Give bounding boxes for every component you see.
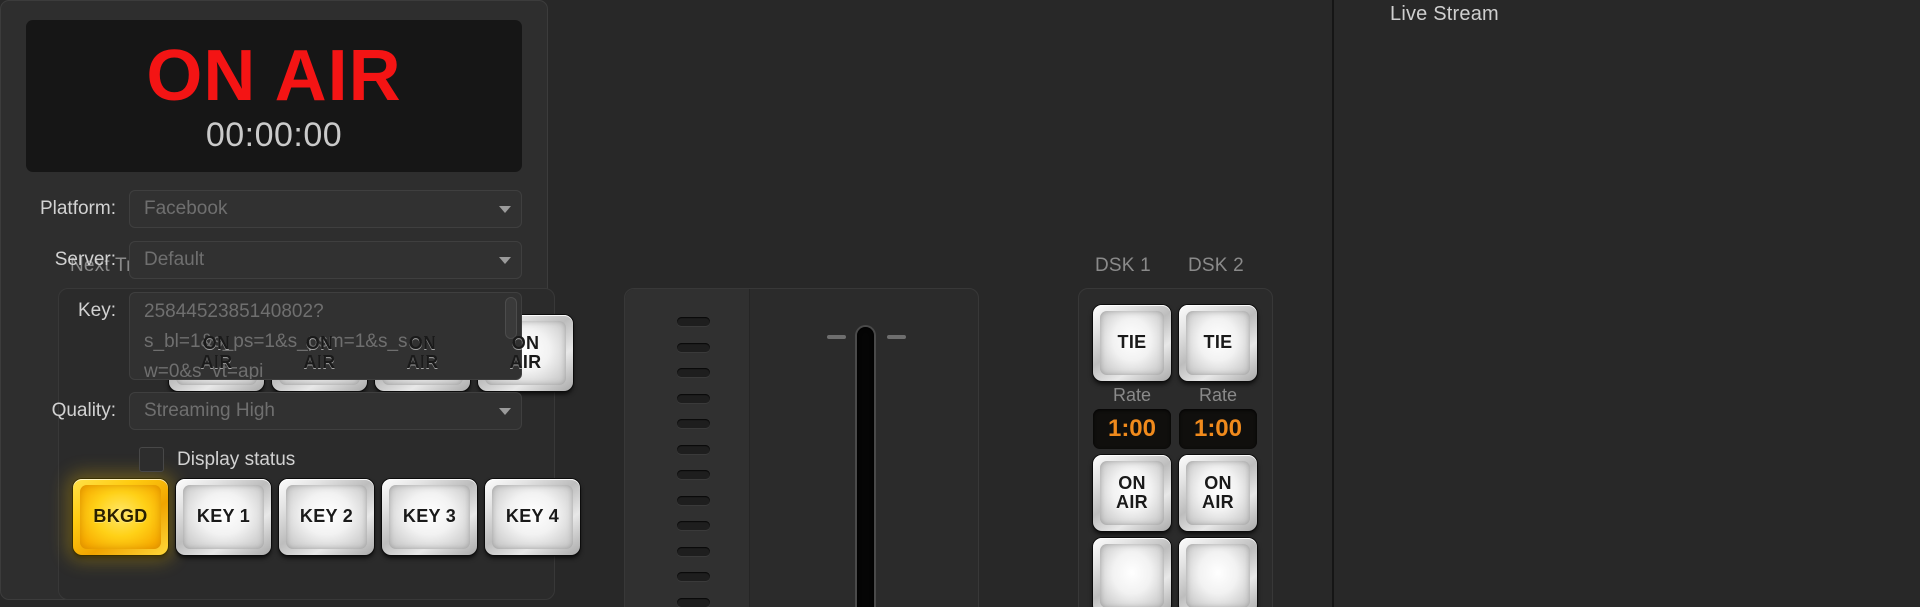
fader-tick <box>677 317 710 326</box>
key-1-button[interactable]: KEY 1 <box>176 479 271 555</box>
dsk-1-on-air-label: ON AIR <box>1116 472 1148 512</box>
switcher-control-surface: Next Transition ONAIRONAIRONAIRONAIR BKG… <box>0 0 1920 607</box>
fader-tick <box>677 546 710 556</box>
transition-on-air-4-line1: ON <box>511 332 540 353</box>
display-status-row: Display status <box>139 447 295 472</box>
fader-position-mark-left <box>827 335 846 339</box>
platform-value: Facebook <box>144 198 228 219</box>
platform-row: Platform: Facebook <box>26 190 522 228</box>
fader-tick <box>677 444 710 454</box>
key-3-button[interactable]: KEY 3 <box>382 479 477 555</box>
fader-tick <box>677 597 710 607</box>
dsk-1-tie-label: TIE <box>1117 332 1147 353</box>
chevron-down-icon <box>499 256 511 264</box>
display-status-checkbox[interactable] <box>139 447 164 472</box>
bkgd-button-label: BKGD <box>93 506 148 527</box>
platform-label: Platform: <box>39 198 116 219</box>
quality-value: Streaming High <box>144 400 275 421</box>
fader-tick <box>677 368 710 377</box>
fader-tick <box>677 419 710 428</box>
quality-select[interactable]: Streaming High <box>129 392 522 430</box>
dsk-2-rate-label: Rate <box>1198 385 1238 405</box>
fader-tick <box>677 393 710 403</box>
dsk-1-extra-button[interactable] <box>1093 538 1171 607</box>
key-label: Key: <box>77 300 116 321</box>
fader-tick <box>677 495 710 505</box>
fader-tick <box>677 342 710 352</box>
transition-on-air-2-label: ON AIR <box>303 332 336 372</box>
key-4-button[interactable]: KEY 4 <box>485 479 580 555</box>
dsk-2-rate-value[interactable]: 1:00 <box>1179 409 1257 449</box>
dsk-1-on-air-line1: ON <box>1118 472 1146 493</box>
fader-tick <box>677 470 710 479</box>
fader-tick <box>677 572 710 581</box>
transition-on-air-3-label: ON AIR <box>406 332 439 372</box>
chevron-down-icon <box>499 407 511 415</box>
dsk-1-header: DSK 1 <box>1095 255 1151 276</box>
key-row: Key: 2584452385140802? s_bl=1&s_ps=1&s_p… <box>26 292 522 380</box>
dsk-2-on-air-line1: ON <box>1204 472 1232 493</box>
transition-on-air-2-line2: AIR <box>303 352 336 372</box>
fader-position-mark-right <box>887 335 906 339</box>
stream-timecode: 00:00:00 <box>205 116 343 154</box>
transition-on-air-3-line1: ON <box>408 332 437 353</box>
transition-on-air-1-line2: AIR <box>200 352 233 372</box>
fader-tick <box>677 521 710 530</box>
on-air-status-text: ON AIR <box>146 36 402 116</box>
display-status-label: Display status <box>177 448 296 470</box>
t-bar-fader-slider[interactable] <box>857 327 874 607</box>
bkgd-button[interactable]: BKGD <box>73 479 168 555</box>
key-2-button[interactable]: KEY 2 <box>279 479 374 555</box>
dsk-1-on-air-line2: AIR <box>1116 492 1148 512</box>
quality-label: Quality: <box>51 400 116 421</box>
transition-on-air-1-line1: ON <box>202 332 231 353</box>
dsk-1-on-air-button[interactable]: ON AIR <box>1093 455 1171 531</box>
dsk-2-on-air-button[interactable]: ON AIR <box>1179 455 1257 531</box>
dsk-1-rate-value[interactable]: 1:00 <box>1093 409 1171 449</box>
dsk-1-rate-label: Rate <box>1112 385 1152 405</box>
dsk-panel: TIE Rate 1:00 ON AIR TIE Rate 1:00 ON AI… <box>1078 288 1273 607</box>
next-transition-source-row: BKGD KEY 1 KEY 2 KEY 3 KEY 4 <box>73 479 580 555</box>
dsk-1-column: TIE Rate 1:00 ON AIR <box>1093 305 1171 607</box>
key-1-button-label: KEY 1 <box>196 506 251 527</box>
key-2-button-label: KEY 2 <box>299 506 354 527</box>
server-label: Server: <box>54 249 116 270</box>
platform-select[interactable]: Facebook <box>129 190 522 228</box>
dsk-2-tie-button[interactable]: TIE <box>1179 305 1257 381</box>
transition-on-air-2-line1: ON <box>305 332 334 353</box>
dsk-2-on-air-line2: AIR <box>1202 492 1234 512</box>
live-stream-title: Live Stream <box>1390 3 1499 25</box>
fader-tick-scale <box>625 289 750 607</box>
dsk-2-extra-button[interactable] <box>1179 538 1257 607</box>
transition-on-air-3-line2: AIR <box>406 352 439 372</box>
on-air-status-display: ON AIR 00:00:00 <box>26 20 522 172</box>
dsk-2-on-air-label: ON AIR <box>1202 472 1234 512</box>
chevron-down-icon <box>499 205 511 213</box>
transition-on-air-4-line2: AIR <box>509 352 542 372</box>
dsk-2-tie-label: TIE <box>1203 332 1233 353</box>
server-value: Default <box>144 249 205 270</box>
panel-divider <box>1332 0 1334 607</box>
dsk-1-tie-button[interactable]: TIE <box>1093 305 1171 381</box>
server-row: Server: Default <box>26 241 522 279</box>
transition-on-air-4-label: ON AIR <box>509 332 542 372</box>
transition-on-air-1-label: ON AIR <box>200 332 233 372</box>
transition-fader-panel <box>624 288 979 607</box>
dsk-2-header: DSK 2 <box>1188 255 1244 276</box>
quality-row: Quality: Streaming High <box>26 392 522 430</box>
dsk-2-column: TIE Rate 1:00 ON AIR <box>1179 305 1257 607</box>
key-3-button-label: KEY 3 <box>402 506 457 527</box>
server-select[interactable]: Default <box>129 241 522 279</box>
key-4-button-label: KEY 4 <box>505 506 560 527</box>
